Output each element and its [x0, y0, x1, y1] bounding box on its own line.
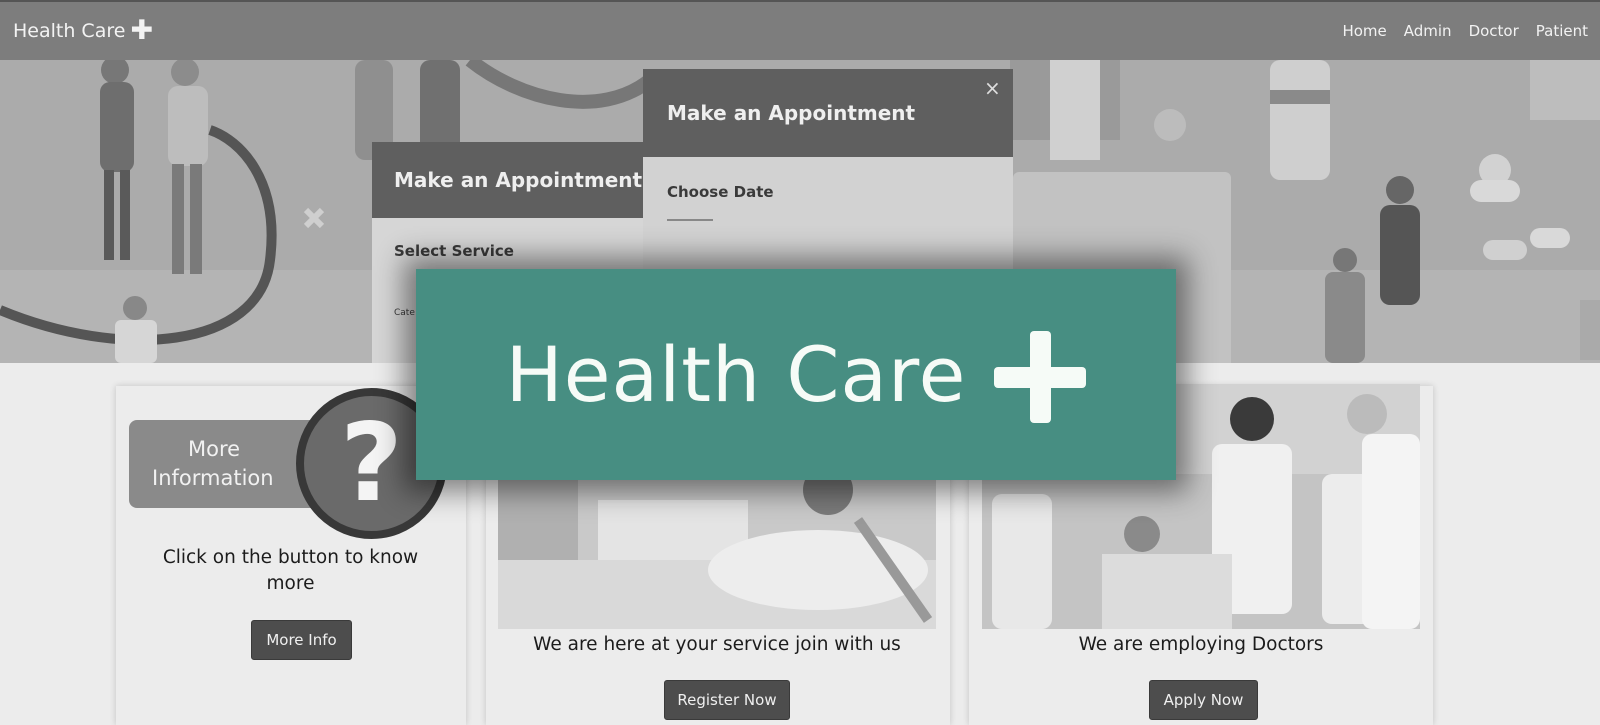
more-info-button[interactable]: More Info: [251, 620, 352, 660]
info-card-text: Click on the button to know more: [162, 547, 419, 594]
plus-icon: ✚: [130, 14, 154, 46]
navbar: Health Care ✚ Home Admin Doctor Patient: [0, 0, 1600, 60]
appointment-back-title: Make an Appointment: [667, 101, 916, 125]
nav-links: Home Admin Doctor Patient: [1342, 22, 1588, 40]
register-now-button[interactable]: Register Now: [664, 680, 790, 720]
category-label: Cate: [394, 308, 415, 318]
logo-text: Health Care: [505, 330, 967, 419]
question-mark-glyph: ?: [340, 400, 403, 526]
apply-now-button[interactable]: Apply Now: [1149, 680, 1258, 720]
appointment-front-header: Make an Appointment: [372, 142, 643, 218]
plus-icon: [994, 330, 1087, 423]
brand-label: Health Care: [13, 20, 126, 42]
appointment-front-title: Make an Appointment: [394, 168, 643, 192]
date-underline: [667, 219, 713, 221]
nav-link-patient[interactable]: Patient: [1536, 22, 1588, 40]
patient-photo: [498, 480, 936, 629]
register-card-text: We are here at your service join with us: [533, 634, 901, 655]
close-icon[interactable]: ×: [984, 76, 1001, 100]
choose-date-label: Choose Date: [667, 183, 774, 201]
appointment-back-header: Make an Appointment: [643, 69, 1013, 157]
nav-link-doctor[interactable]: Doctor: [1469, 22, 1519, 40]
brand-link[interactable]: Health Care ✚: [13, 14, 154, 46]
select-service-label: Select Service: [394, 242, 514, 260]
nav-link-home[interactable]: Home: [1342, 22, 1386, 40]
more-information-line1: More: [188, 437, 241, 461]
health-care-logo-overlay: Health Care: [416, 269, 1176, 480]
more-information-line2: Information: [152, 466, 274, 490]
nav-link-admin[interactable]: Admin: [1404, 22, 1452, 40]
patient-in-bed-image: [498, 480, 936, 629]
doctors-card-text: We are employing Doctors: [1078, 634, 1324, 655]
more-information-box: More Information: [129, 420, 319, 508]
